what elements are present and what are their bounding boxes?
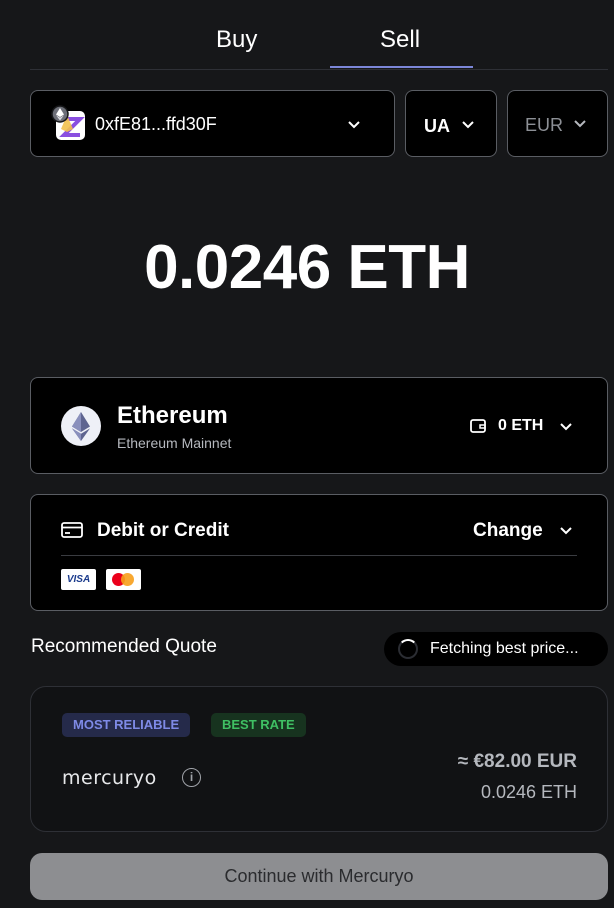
ethereum-icon	[61, 406, 101, 446]
chevron-down-icon	[573, 116, 587, 130]
asset-name: Ethereum	[117, 402, 228, 429]
credit-card-icon	[61, 522, 83, 538]
loading-spinner-icon	[398, 639, 418, 659]
fetching-status-text: Fetching best price...	[430, 640, 579, 657]
currency-code: EUR	[525, 115, 564, 135]
change-payment-button[interactable]: Change	[473, 520, 543, 542]
quote-crypto-amount: 0.0246 ETH	[480, 782, 577, 802]
fetching-status-pill: Fetching best price...	[384, 632, 608, 666]
visa-icon: VISA	[61, 569, 96, 590]
chevron-down-icon	[461, 117, 475, 131]
payment-method-card: Debit or Credit Change VISA	[30, 494, 608, 611]
country-code: UA	[424, 116, 450, 136]
most-reliable-badge: MOST RELIABLE	[62, 713, 191, 737]
wallet-address: 0xfE81...ffd30F	[95, 114, 217, 134]
info-icon[interactable]: i	[182, 768, 201, 787]
sell-amount[interactable]: 0.0246 ETH	[0, 232, 614, 303]
mastercard-icon	[106, 569, 141, 590]
wallet-selector[interactable]: 0xfE81...ffd30F	[30, 90, 395, 157]
currency-selector[interactable]: EUR	[507, 90, 608, 157]
tab-buy[interactable]: Buy	[216, 26, 257, 54]
country-selector[interactable]: UA	[405, 90, 497, 157]
chevron-down-icon[interactable]	[559, 523, 573, 537]
quote-card[interactable]: MOST RELIABLE BEST RATE mercuryo i ≈ €82…	[30, 686, 608, 832]
wallet-icon	[469, 417, 487, 435]
chevron-down-icon	[559, 419, 573, 433]
asset-selector[interactable]: Ethereum Ethereum Mainnet 0 ETH	[30, 377, 608, 474]
buy-sell-tabs: Buy Sell	[30, 0, 608, 70]
active-tab-indicator	[330, 66, 473, 68]
continue-button[interactable]: Continue with Mercuryo	[30, 853, 608, 900]
quote-fiat-amount: ≈ €82.00 EUR	[457, 751, 577, 772]
provider-name: mercuryo	[62, 767, 157, 789]
tab-sell[interactable]: Sell	[380, 26, 420, 54]
payment-method-label: Debit or Credit	[97, 520, 229, 541]
chevron-down-icon	[347, 117, 361, 131]
best-rate-badge: BEST RATE	[211, 713, 306, 737]
divider	[61, 555, 577, 556]
recommended-quote-title: Recommended Quote	[31, 636, 217, 657]
asset-balance: 0 ETH	[498, 417, 544, 434]
asset-network: Ethereum Mainnet	[117, 435, 232, 451]
ethereum-account-icon	[51, 105, 85, 141]
